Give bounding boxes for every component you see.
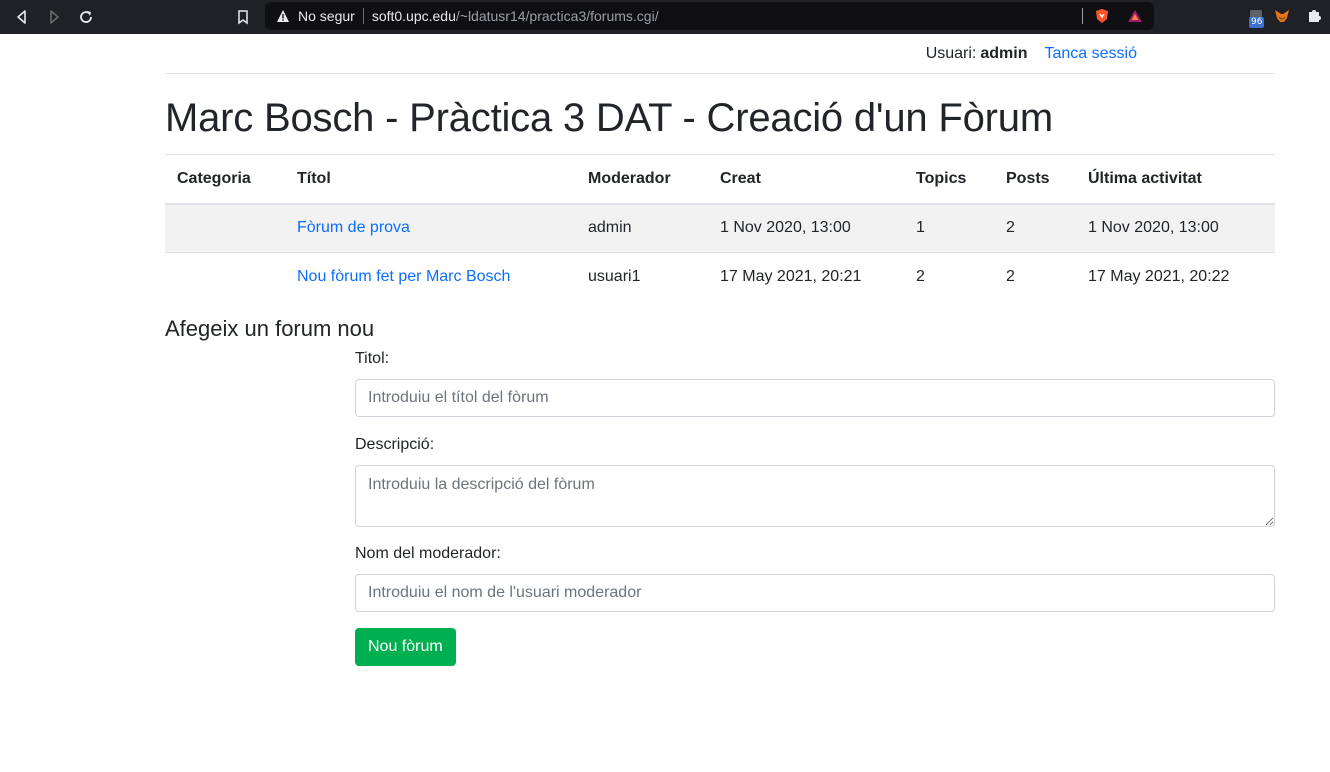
cell-titol: Fòrum de prova xyxy=(285,203,576,253)
cell-topics: 1 xyxy=(904,203,994,253)
browser-toolbar: No segur soft0.upc.edu/~ldatusr14/practi… xyxy=(0,0,1330,34)
forum-link[interactable]: Fòrum de prova xyxy=(297,219,410,236)
cell-creat: 1 Nov 2020, 13:00 xyxy=(708,203,904,253)
cell-posts: 2 xyxy=(1006,268,1015,286)
column-header-categoria: Categoria xyxy=(165,154,285,205)
cell-posts: 2 xyxy=(994,203,1076,253)
new-forum-heading: Afegeix un forum nou xyxy=(165,315,375,341)
metamask-fox-icon[interactable] xyxy=(1274,8,1290,24)
logout-link[interactable]: Tanca sessió xyxy=(1045,45,1138,63)
url-host: soft0.upc.edu xyxy=(371,8,456,24)
table-row: Fòrum de prova admin 1 Nov 2020, 13:00 1… xyxy=(165,203,1275,253)
page-container: Usuari: admin Tanca sessió Marc Bosch - … xyxy=(165,34,1275,342)
username: admin xyxy=(980,44,1028,62)
cell-ultima-activitat: 17 May 2021, 20:22 xyxy=(1088,268,1230,286)
column-header-posts: Posts xyxy=(994,154,1076,205)
address-divider-right xyxy=(1082,8,1083,24)
address-divider xyxy=(362,8,364,24)
cell-titol: Nou fòrum fet per Marc Bosch xyxy=(285,253,576,302)
column-header-creat: Creat xyxy=(708,154,904,205)
cell-categoria xyxy=(165,253,285,302)
security-label: No segur xyxy=(298,8,355,24)
page-title: Marc Bosch - Pràctica 3 DAT - Creació d'… xyxy=(165,96,1053,140)
cell-creat: 17 May 2021, 20:21 xyxy=(720,268,862,286)
cell-moderador: usuari1 xyxy=(588,268,641,286)
column-header-topics: Topics xyxy=(904,154,994,205)
cell-categoria xyxy=(165,203,285,253)
extension-badge: 96 xyxy=(1249,17,1265,28)
reload-icon[interactable] xyxy=(76,7,96,27)
warning-icon xyxy=(277,10,289,22)
column-header-moderador: Moderador xyxy=(576,154,708,205)
user-label: Usuari: xyxy=(925,44,977,62)
brave-rewards-icon[interactable] xyxy=(1127,8,1143,24)
title-input[interactable] xyxy=(355,379,1275,417)
bookmark-icon[interactable] xyxy=(233,7,253,27)
table-row: Nou fòrum fet per Marc Bosch usuari1 17 … xyxy=(165,253,1275,302)
address-bar[interactable]: No segur soft0.upc.edu/~ldatusr14/practi… xyxy=(265,2,1154,30)
user-bar: Usuari: admin Tanca sessió xyxy=(165,34,1275,74)
title-label: Titol: xyxy=(355,350,390,367)
cell-topics: 2 xyxy=(916,268,925,286)
table-header-row: Categoria Títol Moderador Creat Topics P… xyxy=(165,154,1275,205)
cell-moderador: admin xyxy=(576,203,708,253)
back-icon[interactable] xyxy=(12,7,32,27)
moderator-input[interactable] xyxy=(355,574,1275,612)
forum-link[interactable]: Nou fòrum fet per Marc Bosch xyxy=(297,268,510,285)
column-header-ultima-activitat: Última activitat xyxy=(1076,154,1275,205)
forums-table: Categoria Títol Moderador Creat Topics P… xyxy=(165,154,1275,302)
new-forum-form: Titol: Descripció: Nom del moderador: No… xyxy=(355,350,1275,666)
url-path: /~ldatusr14/practica3/forums.cgi/ xyxy=(455,8,659,24)
moderator-label: Nom del moderador: xyxy=(355,545,501,562)
description-label: Descripció: xyxy=(355,436,435,453)
cell-ultima-activitat: 1 Nov 2020, 13:00 xyxy=(1076,203,1275,253)
brave-shield-icon[interactable] xyxy=(1094,8,1110,24)
column-header-titol: Títol xyxy=(285,154,576,205)
forward-icon[interactable] xyxy=(44,7,64,27)
new-forum-button[interactable]: Nou fòrum xyxy=(355,628,456,666)
extensions-puzzle-icon[interactable] xyxy=(1306,8,1322,24)
description-textarea[interactable] xyxy=(355,465,1275,527)
